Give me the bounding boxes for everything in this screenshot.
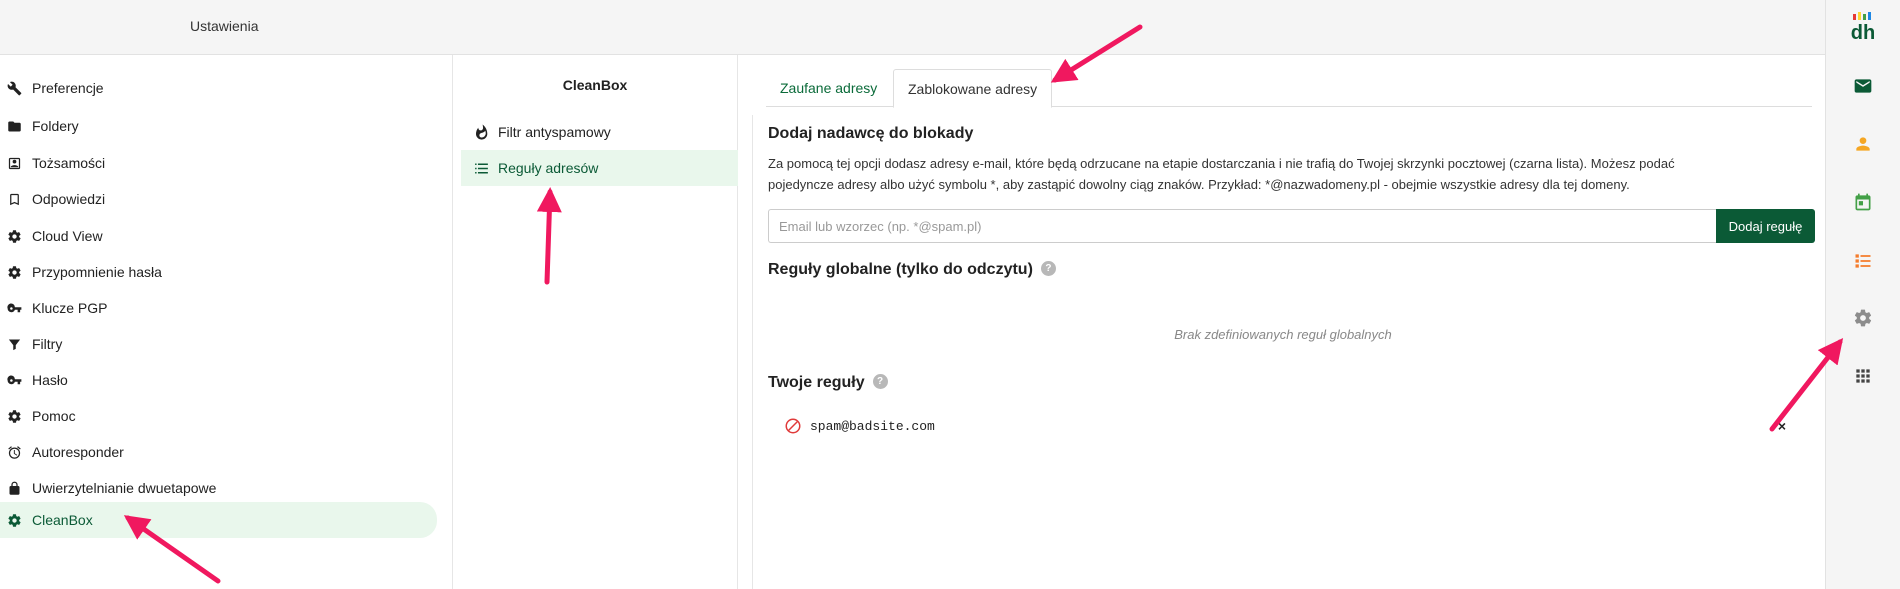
main-content: Zaufane adresy Zablokowane adresy Dodaj … [752, 55, 1825, 589]
sidebar-item-label: Preferencje [32, 80, 104, 96]
list-icon [472, 159, 490, 177]
gear-icon [6, 512, 22, 528]
help-icon[interactable]: ? [1040, 261, 1056, 277]
add-section-description: Za pomocą tej opcji dodasz adresy e-mail… [768, 153, 1808, 195]
sidebar-item-cleanbox[interactable]: CleanBox [0, 502, 437, 538]
key-icon [6, 300, 22, 316]
submenu-heading: CleanBox [562, 77, 628, 93]
sidebar-item-password-reminder[interactable]: Przypomnienie hasła [0, 255, 437, 289]
add-rule-form: Dodaj regułę [768, 209, 1815, 243]
id-card-icon [6, 155, 22, 171]
sidebar-item-label: Foldery [32, 118, 79, 134]
sidebar-item-label: Autoresponder [32, 444, 124, 460]
sidebar-item-label: Klucze PGP [32, 300, 108, 316]
apps-grid-icon[interactable] [1849, 362, 1877, 390]
app-root: Ustawienia Preferencje Foldery Tożsamośc… [0, 0, 1900, 589]
sidebar-item-label: CleanBox [32, 512, 93, 528]
gear-icon [6, 228, 22, 244]
app-rail: dh [1825, 0, 1900, 589]
gear-icon [6, 408, 22, 424]
tab-trusted-addresses[interactable]: Zaufane adresy [766, 69, 891, 107]
sidebar-item-filters[interactable]: Filtry [0, 327, 437, 361]
sidebar-item-label: Cloud View [32, 228, 103, 244]
contacts-icon[interactable] [1849, 130, 1877, 158]
tab-blocked-addresses[interactable]: Zablokowane adresy [893, 69, 1053, 108]
sidebar-item-label: Pomoc [32, 408, 76, 424]
global-rules-title: Reguły globalne (tylko do odczytu)? [768, 261, 1056, 279]
page-title: Ustawienia [190, 18, 259, 34]
sidebar-item-password[interactable]: Hasło [0, 363, 437, 397]
list-item: spam@badsite.com × [768, 405, 1813, 447]
add-rule-button[interactable]: Dodaj regułę [1716, 209, 1815, 243]
sidebar-item-help[interactable]: Pomoc [0, 399, 437, 433]
mail-icon[interactable] [1849, 72, 1877, 100]
key-icon [6, 372, 22, 388]
settings-icon[interactable] [1849, 304, 1877, 332]
sidebar-item-two-factor[interactable]: Uwierzytelnianie dwuetapowe [0, 471, 437, 505]
delete-rule-button[interactable]: × [1773, 417, 1791, 435]
sidebar-item-label: Przypomnienie hasła [32, 264, 162, 280]
sidebar-item-label: Uwierzytelnianie dwuetapowe [32, 480, 217, 496]
sidebar-item-identities[interactable]: Tożsamości [0, 146, 437, 180]
svg-text:dh: dh [1851, 22, 1875, 42]
user-rules-title-text: Twoje reguły [768, 374, 865, 391]
filter-icon [6, 336, 22, 352]
bookmark-icon [6, 191, 22, 207]
email-pattern-input[interactable] [768, 209, 1716, 243]
description-line: pojedyncze adresy albo użyć symbolu *, a… [768, 177, 1630, 192]
blocked-address: spam@badsite.com [810, 418, 935, 434]
submenu-item-label: Filtr antyspamowy [498, 124, 611, 140]
app-logo: dh [1851, 12, 1875, 42]
sidebar-item-label: Odpowiedzi [32, 191, 106, 207]
top-header: Ustawienia [0, 0, 1825, 55]
sidebar-item-autoresponder[interactable]: Autoresponder [0, 435, 437, 469]
tab-label: Zaufane adresy [780, 80, 878, 96]
alarm-clock-icon [6, 444, 22, 460]
cleanbox-submenu: CleanBox Filtr antyspamowy Reguły adresó… [453, 55, 738, 589]
sidebar-item-pgp-keys[interactable]: Klucze PGP [0, 291, 437, 325]
tasks-icon[interactable] [1849, 247, 1877, 275]
calendar-icon[interactable] [1849, 188, 1877, 216]
sidebar-item-label: Hasło [32, 372, 68, 388]
blocked-addresses-panel: Dodaj nadawcę do blokady Za pomocą tej o… [752, 115, 1815, 589]
global-rules-title-text: Reguły globalne (tylko do odczytu) [768, 261, 1033, 278]
gear-icon [6, 264, 22, 280]
submenu-item-label: Reguły adresów [498, 160, 599, 176]
sidebar-item-folders[interactable]: Foldery [0, 109, 437, 143]
user-rules-title: Twoje reguły? [768, 374, 888, 392]
sidebar-item-label: Tożsamości [32, 155, 106, 171]
settings-sidebar: Preferencje Foldery Tożsamości Odpowiedz… [0, 55, 453, 589]
lock-icon [6, 480, 22, 496]
global-rules-empty-state: Brak zdefiniowanych reguł globalnych [1174, 327, 1392, 342]
tab-bar: Zaufane adresy Zablokowane adresy [766, 69, 1812, 108]
folder-icon [6, 118, 22, 134]
flame-icon [472, 123, 490, 141]
submenu-item-antispam[interactable]: Filtr antyspamowy [461, 114, 738, 150]
wrench-icon [6, 80, 22, 96]
add-section-title: Dodaj nadawcę do blokady [768, 125, 974, 142]
sidebar-item-preferences[interactable]: Preferencje [0, 71, 437, 105]
sidebar-item-label: Filtry [32, 336, 63, 352]
sidebar-item-cloud-view[interactable]: Cloud View [0, 219, 437, 253]
tab-label: Zablokowane adresy [908, 80, 1038, 97]
sidebar-item-responses[interactable]: Odpowiedzi [0, 182, 437, 216]
help-icon[interactable]: ? [872, 374, 888, 390]
ban-icon [784, 417, 802, 435]
submenu-item-address-rules[interactable]: Reguły adresów [461, 150, 738, 186]
description-line: Za pomocą tej opcji dodasz adresy e-mail… [768, 156, 1675, 171]
